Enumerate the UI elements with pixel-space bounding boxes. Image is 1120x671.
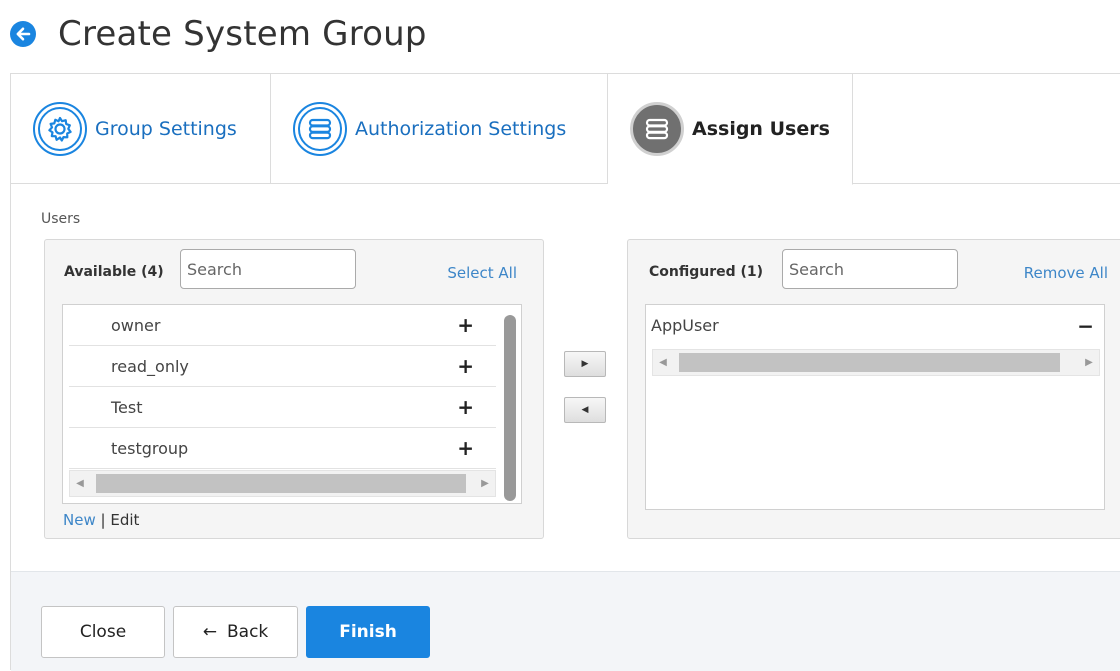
- list-item[interactable]: AppUser −: [646, 305, 1100, 346]
- remove-all-link[interactable]: Remove All: [1024, 264, 1108, 282]
- new-edit-links: New | Edit: [63, 511, 139, 529]
- scrollbar-thumb[interactable]: [96, 474, 466, 493]
- new-user-link[interactable]: New: [63, 511, 96, 529]
- back-arrow-icon[interactable]: [10, 21, 36, 47]
- list-item[interactable]: testgroup +: [69, 428, 496, 469]
- page-title: Create System Group: [58, 14, 427, 54]
- add-selected-button[interactable]: ▶: [564, 351, 606, 377]
- remove-selected-button[interactable]: ◀: [564, 397, 606, 423]
- vertical-scrollbar[interactable]: [504, 315, 516, 501]
- horizontal-scrollbar[interactable]: ◀ ▶: [652, 349, 1100, 376]
- edit-user-link[interactable]: Edit: [110, 511, 139, 529]
- tab-label: Assign Users: [692, 118, 830, 140]
- scroll-right-icon[interactable]: ▶: [1079, 350, 1099, 375]
- scroll-left-icon[interactable]: ◀: [653, 350, 673, 375]
- add-user-button[interactable]: +: [457, 354, 474, 378]
- tab-authorization-settings[interactable]: Authorization Settings: [271, 74, 608, 184]
- link-separator: |: [100, 511, 106, 529]
- tab-label: Group Settings: [95, 118, 237, 140]
- close-button[interactable]: Close: [41, 606, 165, 658]
- users-section-label: Users: [41, 211, 81, 227]
- user-name: owner: [111, 315, 161, 335]
- available-title: Available (4): [64, 264, 164, 280]
- available-users-list[interactable]: owner + read_only + Test + testgroup + ◀…: [62, 304, 522, 504]
- user-name: read_only: [111, 356, 189, 376]
- back-button[interactable]: ← Back: [173, 606, 298, 658]
- triangle-right-icon: ▶: [581, 359, 589, 369]
- wizard-panel: Group Settings Authorization Settings As…: [10, 73, 1120, 671]
- list-item[interactable]: Test +: [69, 387, 496, 428]
- remove-user-button[interactable]: −: [1077, 314, 1094, 338]
- add-user-button[interactable]: +: [457, 395, 474, 419]
- wizard-tabs: Group Settings Authorization Settings As…: [11, 74, 1120, 185]
- add-user-button[interactable]: +: [457, 313, 474, 337]
- scroll-right-icon[interactable]: ▶: [475, 471, 495, 496]
- add-user-button[interactable]: +: [457, 436, 474, 460]
- select-all-link[interactable]: Select All: [447, 264, 517, 282]
- configured-search-input[interactable]: [782, 249, 958, 289]
- arrow-left-icon: ←: [202, 622, 217, 642]
- available-search-input[interactable]: [180, 249, 356, 289]
- user-name: AppUser: [651, 316, 719, 335]
- horizontal-scrollbar[interactable]: ◀ ▶: [69, 470, 496, 497]
- configured-users-box: Configured (1) Remove All AppUser − ◀ ▶: [627, 239, 1120, 539]
- user-name: testgroup: [111, 438, 189, 458]
- available-users-box: Available (4) Select All owner + read_on…: [44, 239, 544, 539]
- user-name: Test: [111, 397, 143, 417]
- configured-users-list[interactable]: AppUser − ◀ ▶: [645, 304, 1105, 510]
- configured-title: Configured (1): [649, 264, 764, 280]
- page-header: Create System Group: [10, 8, 427, 60]
- tab-group-settings[interactable]: Group Settings: [11, 74, 271, 184]
- list-item[interactable]: read_only +: [69, 346, 496, 387]
- back-button-label: Back: [226, 622, 269, 642]
- gear-icon: [33, 102, 87, 156]
- finish-button[interactable]: Finish: [306, 606, 430, 658]
- scrollbar-thumb[interactable]: [679, 353, 1060, 372]
- action-bar: Close ← Back Finish: [11, 571, 1120, 671]
- database-stack-icon: [293, 102, 347, 156]
- database-stack-icon: [630, 102, 684, 156]
- list-item[interactable]: owner +: [69, 305, 496, 346]
- scroll-left-icon[interactable]: ◀: [70, 471, 90, 496]
- tab-label: Authorization Settings: [355, 118, 567, 140]
- triangle-left-icon: ◀: [581, 405, 589, 415]
- tab-assign-users[interactable]: Assign Users: [608, 74, 853, 185]
